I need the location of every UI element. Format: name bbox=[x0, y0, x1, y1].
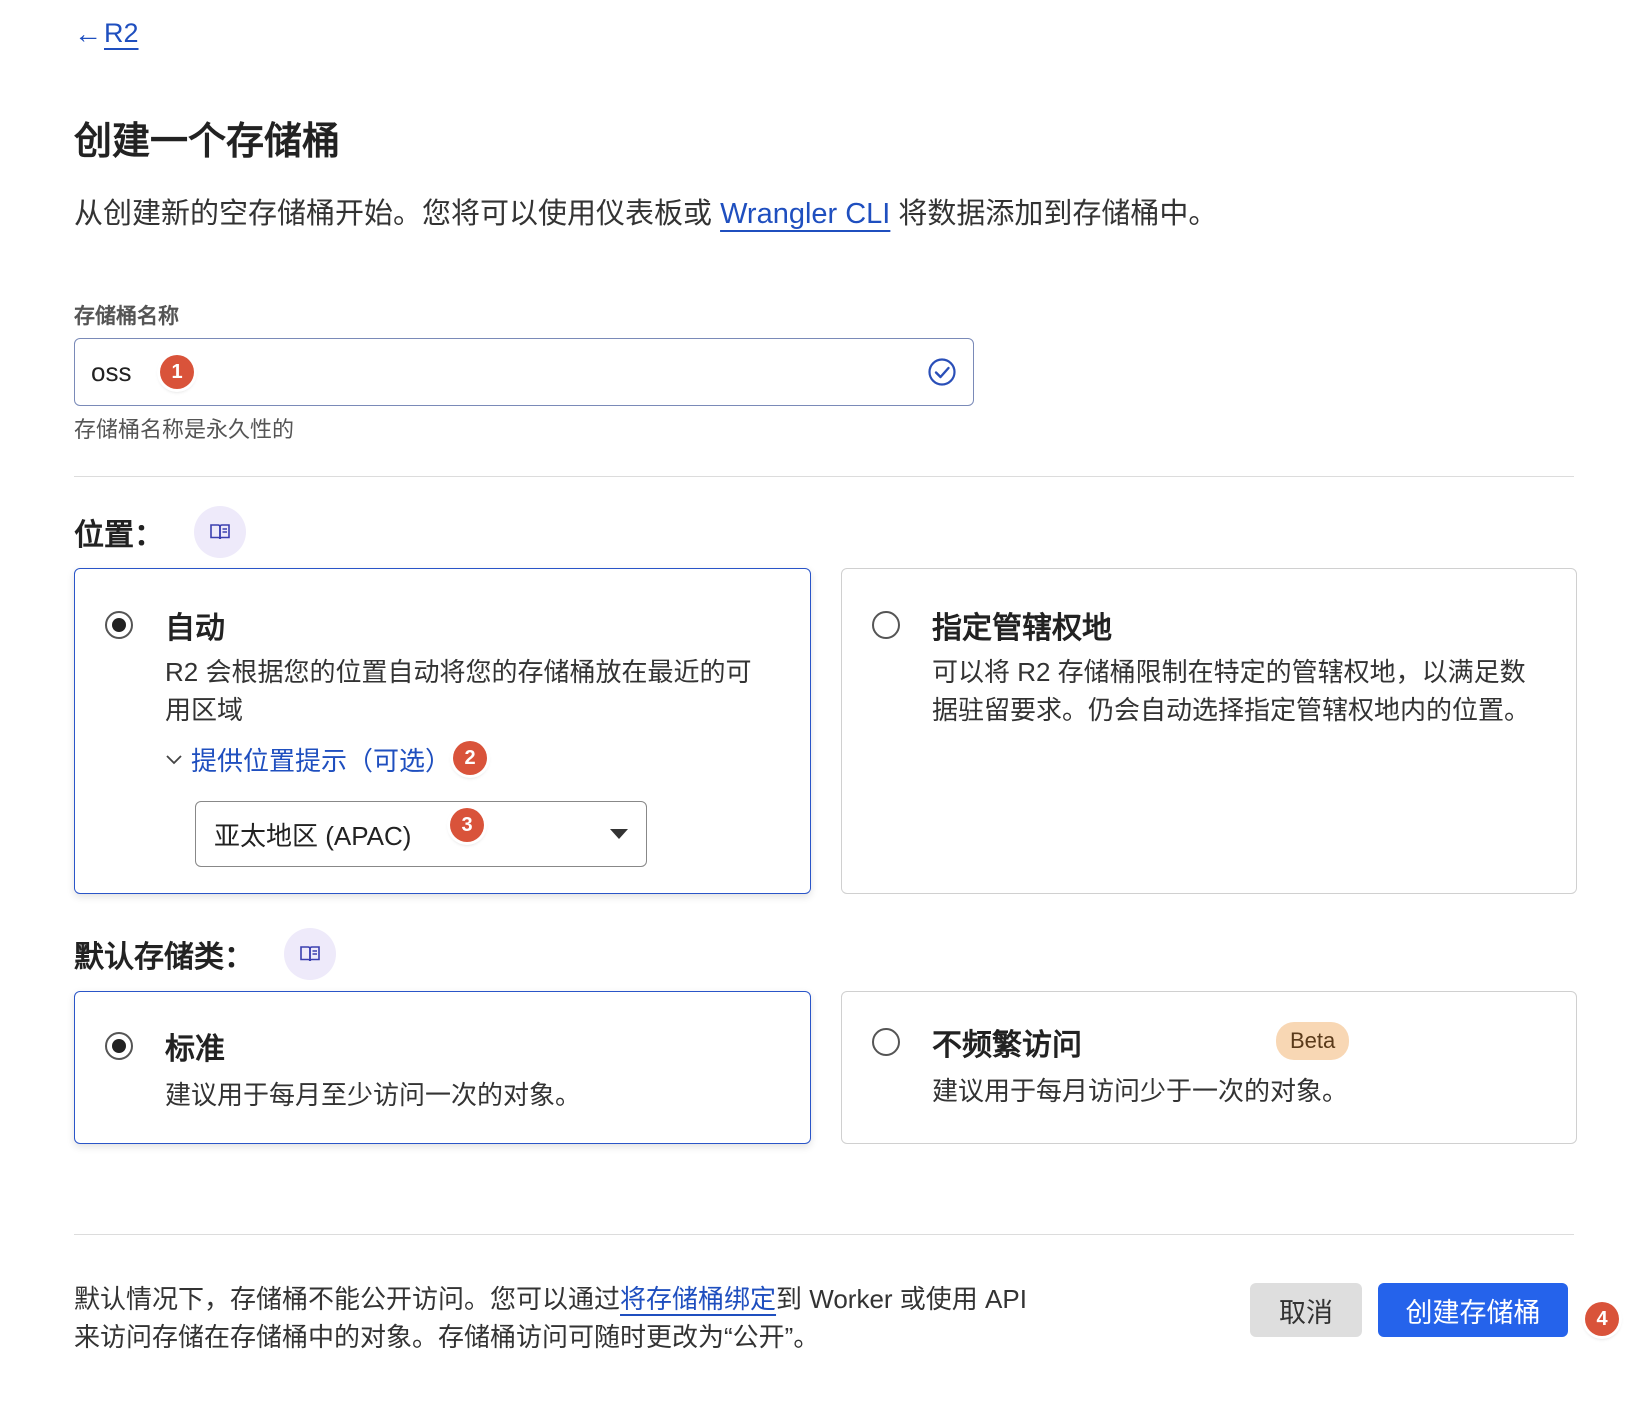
chevron-down-icon bbox=[166, 754, 182, 764]
storage-class-section-title: 默认存储类： bbox=[74, 928, 336, 980]
location-hint-select-value: 亚太地区 (APAC) bbox=[214, 821, 412, 851]
bucket-name-value: oss bbox=[91, 357, 132, 387]
location-option-jurisdiction[interactable]: 指定管辖权地 可以将 R2 存储桶限制在特定的管辖权地，以满足数据驻留要求。仍会… bbox=[841, 568, 1577, 894]
back-arrow-icon: ← bbox=[74, 17, 102, 49]
bucket-name-label: 存储桶名称 bbox=[74, 305, 179, 328]
location-hint-select[interactable]: 亚太地区 (APAC) bbox=[195, 801, 647, 867]
storage-standard-title: 标准 bbox=[165, 1033, 225, 1066]
storage-class-title: 默认存储类： bbox=[74, 941, 254, 974]
bucket-name-hint: 存储桶名称是永久性的 bbox=[74, 417, 295, 442]
location-hint-toggle[interactable]: 提供位置提示（可选） bbox=[165, 741, 451, 778]
back-link[interactable]: ← R2 bbox=[74, 18, 139, 49]
location-docs-button[interactable] bbox=[194, 506, 246, 558]
page-intro: 从创建新的空存储桶开始。您将可以使用仪表板或 Wrangler CLI 将数据添… bbox=[74, 190, 1217, 232]
storage-infrequent-title: 不频繁访问 bbox=[932, 1029, 1082, 1062]
book-icon bbox=[210, 524, 230, 540]
storage-standard-radio[interactable] bbox=[105, 1032, 133, 1060]
step-marker-3: 3 bbox=[450, 808, 484, 842]
location-title: 位置： bbox=[74, 519, 164, 552]
step-marker-4: 4 bbox=[1585, 1302, 1619, 1336]
location-automatic-radio[interactable] bbox=[105, 611, 133, 639]
cancel-button[interactable]: 取消 bbox=[1250, 1283, 1362, 1337]
location-jurisdiction-desc: 可以将 R2 存储桶限制在特定的管辖权地，以满足数据驻留要求。仍会自动选择指定管… bbox=[932, 657, 1531, 725]
location-jurisdiction-radio[interactable] bbox=[872, 611, 900, 639]
storage-class-option-standard[interactable]: 标准 建议用于每月至少访问一次的对象。 bbox=[74, 991, 811, 1144]
footer-note: 默认情况下，存储桶不能公开访问。您可以通过将存储桶绑定到 Worker 或使用 … bbox=[74, 1280, 1054, 1356]
step-marker-2: 2 bbox=[453, 741, 487, 775]
storage-standard-desc: 建议用于每月至少访问一次的对象。 bbox=[165, 1080, 582, 1110]
location-hint-toggle-label: 提供位置提示（可选） bbox=[191, 746, 452, 776]
location-automatic-desc: R2 会根据您的位置自动将您的存储桶放在最近的可用区域 bbox=[165, 657, 752, 725]
footer-note-before: 默认情况下，存储桶不能公开访问。您可以通过 bbox=[74, 1284, 621, 1314]
divider bbox=[74, 1234, 1574, 1235]
wrangler-cli-link[interactable]: Wrangler CLI bbox=[720, 198, 890, 230]
location-section-title: 位置： bbox=[74, 506, 246, 558]
divider bbox=[74, 476, 1574, 477]
book-icon bbox=[300, 946, 320, 962]
location-jurisdiction-title: 指定管辖权地 bbox=[932, 612, 1112, 645]
bind-bucket-link[interactable]: 将存储桶绑定 bbox=[620, 1284, 776, 1314]
intro-text-before: 从创建新的空存储桶开始。您将可以使用仪表板或 bbox=[74, 198, 721, 230]
location-automatic-title: 自动 bbox=[165, 612, 225, 645]
intro-text-after: 将数据添加到存储桶中。 bbox=[890, 198, 1218, 230]
caret-down-icon bbox=[610, 829, 628, 839]
back-link-label: R2 bbox=[104, 18, 139, 48]
step-marker-1: 1 bbox=[160, 355, 194, 389]
location-option-automatic[interactable]: 自动 R2 会根据您的位置自动将您的存储桶放在最近的可用区域 提供位置提示（可选… bbox=[74, 568, 811, 894]
bucket-name-input[interactable]: oss bbox=[74, 338, 974, 406]
storage-infrequent-desc: 建议用于每月访问少于一次的对象。 bbox=[932, 1076, 1349, 1106]
beta-badge: Beta bbox=[1276, 1022, 1350, 1060]
create-bucket-button[interactable]: 创建存储桶 bbox=[1378, 1283, 1568, 1337]
storage-class-option-infrequent[interactable]: 不频繁访问 Beta 建议用于每月访问少于一次的对象。 bbox=[841, 991, 1577, 1144]
storage-class-docs-button[interactable] bbox=[284, 928, 336, 980]
page-title: 创建一个存储桶 bbox=[74, 121, 341, 163]
check-circle-icon bbox=[928, 358, 956, 386]
storage-infrequent-radio[interactable] bbox=[872, 1028, 900, 1056]
